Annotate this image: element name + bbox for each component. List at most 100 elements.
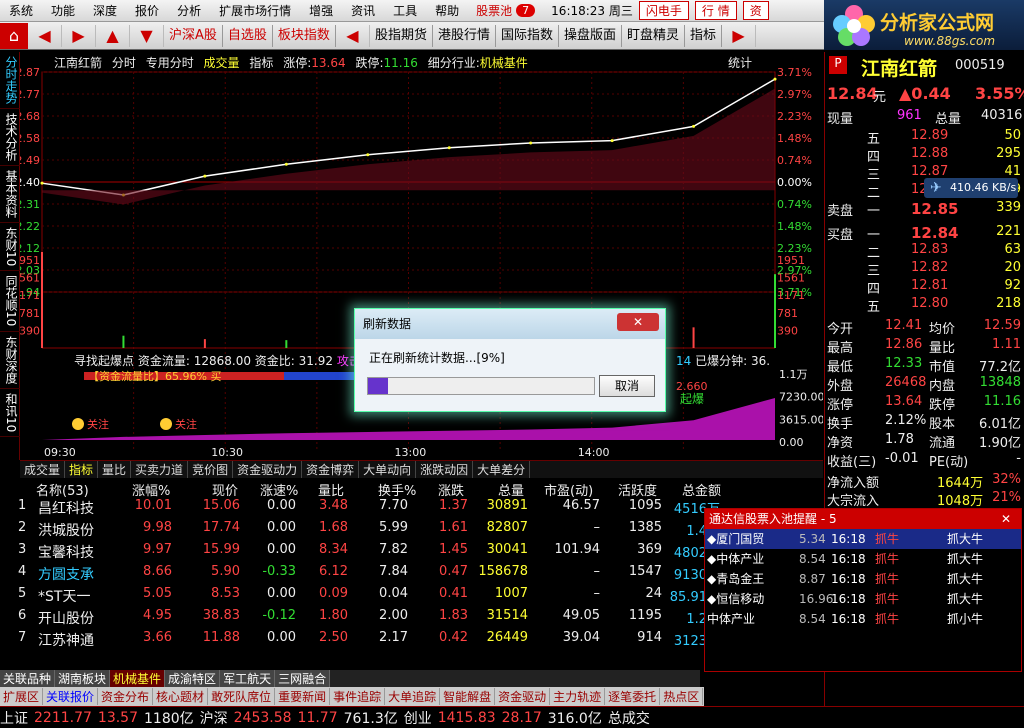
- sector-tab-4[interactable]: 军工航天: [220, 670, 276, 687]
- indicator-tab-7[interactable]: 大单动向: [359, 461, 417, 478]
- table-header-cell[interactable]: 市盈(动): [544, 480, 593, 499]
- popup-row[interactable]: 中体产业 8.54 16:18 抓牛 抓小牛: [705, 609, 1021, 629]
- up-arrow-icon[interactable]: ▲: [96, 24, 130, 47]
- table-header-cell[interactable]: 涨跌: [438, 480, 464, 499]
- chart-stats-button[interactable]: 统计: [728, 54, 752, 71]
- info-tab-1[interactable]: 关联报价: [43, 688, 99, 705]
- dialog-close-button[interactable]: ✕: [617, 313, 659, 331]
- info-tab-2[interactable]: 资金分布: [98, 688, 154, 705]
- left-tab-4[interactable]: 同花顺10: [0, 271, 20, 332]
- info-button[interactable]: 资: [742, 1, 769, 20]
- indicator-tab-4[interactable]: 竞价图: [188, 461, 234, 478]
- sector-tab-2[interactable]: 机械基件: [110, 670, 166, 687]
- table-header-cell[interactable]: 名称(53): [36, 480, 89, 499]
- home-icon[interactable]: ⌂: [0, 22, 28, 49]
- menu-item-9[interactable]: 帮助: [426, 2, 468, 19]
- table-row[interactable]: 1 昌红科技 10.01 15.06 0.00 3.48 7.70 1.37 30891 46.5…: [0, 498, 824, 520]
- chart-special[interactable]: 专用分时: [146, 56, 194, 70]
- sector-tab-5[interactable]: 三网融合: [275, 670, 331, 687]
- indicator-tab-0[interactable]: 成交量: [20, 461, 66, 478]
- menu-item-8[interactable]: 工具: [384, 2, 426, 19]
- net-speed-value: 410.46 KB/s: [950, 181, 1017, 194]
- table-header-cell[interactable]: 量比: [318, 480, 344, 499]
- indicator-tab-3[interactable]: 买卖力道: [131, 461, 189, 478]
- table-header-cell[interactable]: 涨速%: [260, 480, 298, 499]
- info-tab-7[interactable]: 大单追踪: [385, 688, 441, 705]
- table-header-cell[interactable]: 总金额: [682, 480, 721, 499]
- left-tab-0[interactable]: 分时走势: [0, 52, 20, 109]
- toolbar-scroll-right-icon[interactable]: ▶: [722, 24, 757, 47]
- toolbar-item-5[interactable]: 国际指数: [496, 24, 559, 47]
- quote-button[interactable]: 行 情: [694, 1, 737, 20]
- left-tab-1[interactable]: 技术分析: [0, 109, 20, 166]
- toolbar-item-7[interactable]: 盯盘精灵: [622, 24, 686, 47]
- popup-row[interactable]: ◆青岛金王 8.87 16:18 抓牛 抓大牛: [705, 569, 1021, 589]
- menu-item-3[interactable]: 报价: [126, 2, 168, 19]
- popup-row[interactable]: ◆恒信移动 16.96 16:18 抓牛 抓大牛: [705, 589, 1021, 609]
- popup-row[interactable]: ◆厦门国贸 5.34 16:18 抓牛 抓大牛: [705, 529, 1021, 549]
- forward-arrow-icon[interactable]: ▶: [62, 24, 96, 47]
- info-tab-9[interactable]: 资金驱动: [495, 688, 551, 705]
- toolbar-item-3[interactable]: 股指期货: [370, 24, 433, 47]
- table-header-cell[interactable]: 涨幅%: [132, 480, 170, 499]
- menu-item-6[interactable]: 增强: [300, 2, 342, 19]
- info-tab-3[interactable]: 核心题材: [153, 688, 209, 705]
- menu-item-4[interactable]: 分析: [168, 2, 210, 19]
- info-tab-10[interactable]: 主力轨迹: [550, 688, 606, 705]
- left-tab-3[interactable]: 东财10: [0, 223, 20, 272]
- price-axis-label: 12.49: [20, 154, 40, 167]
- flash-trade-button[interactable]: 闪电手: [638, 1, 689, 20]
- table-header-cell[interactable]: 换手%: [378, 480, 416, 499]
- table-row[interactable]: 2 洪城股份 9.98 17.74 0.00 1.68 5.99 1.61 82807 – 1385…: [0, 520, 824, 542]
- chart-vol-label[interactable]: 成交量: [204, 56, 240, 70]
- table-row[interactable]: 7 江苏神通 3.66 11.88 0.00 2.50 2.17 0.42 26449 39.04…: [0, 630, 824, 652]
- chart-indicator[interactable]: 指标: [249, 56, 273, 70]
- toolbar-scroll-left-icon[interactable]: ◀: [336, 24, 370, 47]
- indicator-tab-5[interactable]: 资金驱动力: [233, 461, 303, 478]
- info-tab-11[interactable]: 逐笔委托: [605, 688, 661, 705]
- table-row[interactable]: 3 宝馨科技 9.97 15.99 0.00 8.34 7.82 1.45 30041 101.9…: [0, 542, 824, 564]
- flow-axis-label: 1.1万: [779, 368, 808, 381]
- stock-pool-menu[interactable]: 股票池: [468, 2, 516, 19]
- menu-item-7[interactable]: 资讯: [342, 2, 384, 19]
- sector-tab-3[interactable]: 成渝特区: [165, 670, 221, 687]
- toolbar-item-6[interactable]: 操盘版面: [559, 24, 622, 47]
- info-tab-4[interactable]: 敢死队席位: [208, 688, 276, 705]
- toolbar-item-1[interactable]: 自选股: [223, 24, 273, 47]
- left-tab-2[interactable]: 基本资料: [0, 166, 20, 223]
- sector-tab-1[interactable]: 湖南板块: [55, 670, 111, 687]
- table-row[interactable]: 6 开山股份 4.95 38.83 -0.12 1.80 2.00 1.83 31514 49.0…: [0, 608, 824, 630]
- dialog-cancel-button[interactable]: 取消: [599, 375, 655, 397]
- toolbar-item-0[interactable]: 沪深A股: [164, 24, 223, 47]
- table-header-cell[interactable]: 现价: [212, 480, 238, 499]
- toolbar-item-4[interactable]: 港股行情: [433, 24, 496, 47]
- chart-mode[interactable]: 分时: [112, 56, 136, 70]
- down-arrow-icon[interactable]: ▼: [130, 24, 164, 47]
- toolbar-item-2[interactable]: 板块指数: [273, 24, 336, 47]
- info-tab-0[interactable]: 扩展区: [0, 688, 44, 705]
- back-arrow-icon[interactable]: ◀: [28, 24, 62, 47]
- info-tab-5[interactable]: 重要新闻: [275, 688, 331, 705]
- table-header-cell[interactable]: 总量: [498, 480, 524, 499]
- popup-row[interactable]: ◆中体产业 8.54 16:18 抓牛 抓大牛: [705, 549, 1021, 569]
- table-header-cell[interactable]: 活跃度: [618, 480, 657, 499]
- info-tab-8[interactable]: 智能解盘: [440, 688, 496, 705]
- menu-item-2[interactable]: 深度: [84, 2, 126, 19]
- menu-item-5[interactable]: 扩展市场行情: [210, 2, 300, 19]
- sector-tab-0[interactable]: 关联品种: [0, 670, 56, 687]
- toolbar-item-8[interactable]: 指标: [685, 24, 723, 47]
- indicator-tab-1[interactable]: 指标: [65, 461, 99, 478]
- indicator-tab-9[interactable]: 大单差分: [473, 461, 531, 478]
- menu-item-1[interactable]: 功能: [42, 2, 84, 19]
- indicator-tab-2[interactable]: 量比: [98, 461, 132, 478]
- table-row[interactable]: 4 方圆支承 8.66 5.90 -0.33 6.12 7.84 0.47 158678 – 154…: [0, 564, 824, 586]
- popup-close-icon[interactable]: ✕: [1001, 509, 1011, 529]
- left-tab-5[interactable]: 东财深度: [0, 332, 20, 389]
- indicator-tab-8[interactable]: 涨跌动因: [416, 461, 474, 478]
- indicator-tab-6[interactable]: 资金博弈: [302, 461, 360, 478]
- info-tab-6[interactable]: 事件追踪: [330, 688, 386, 705]
- menu-item-0[interactable]: 系统: [0, 2, 42, 19]
- table-row[interactable]: 5 *ST天一 5.05 8.53 0.00 0.09 0.04 0.41 1007–24 85.…: [0, 586, 824, 608]
- info-tab-12[interactable]: 热点区: [660, 688, 704, 705]
- left-tab-6[interactable]: 和讯10: [0, 389, 20, 437]
